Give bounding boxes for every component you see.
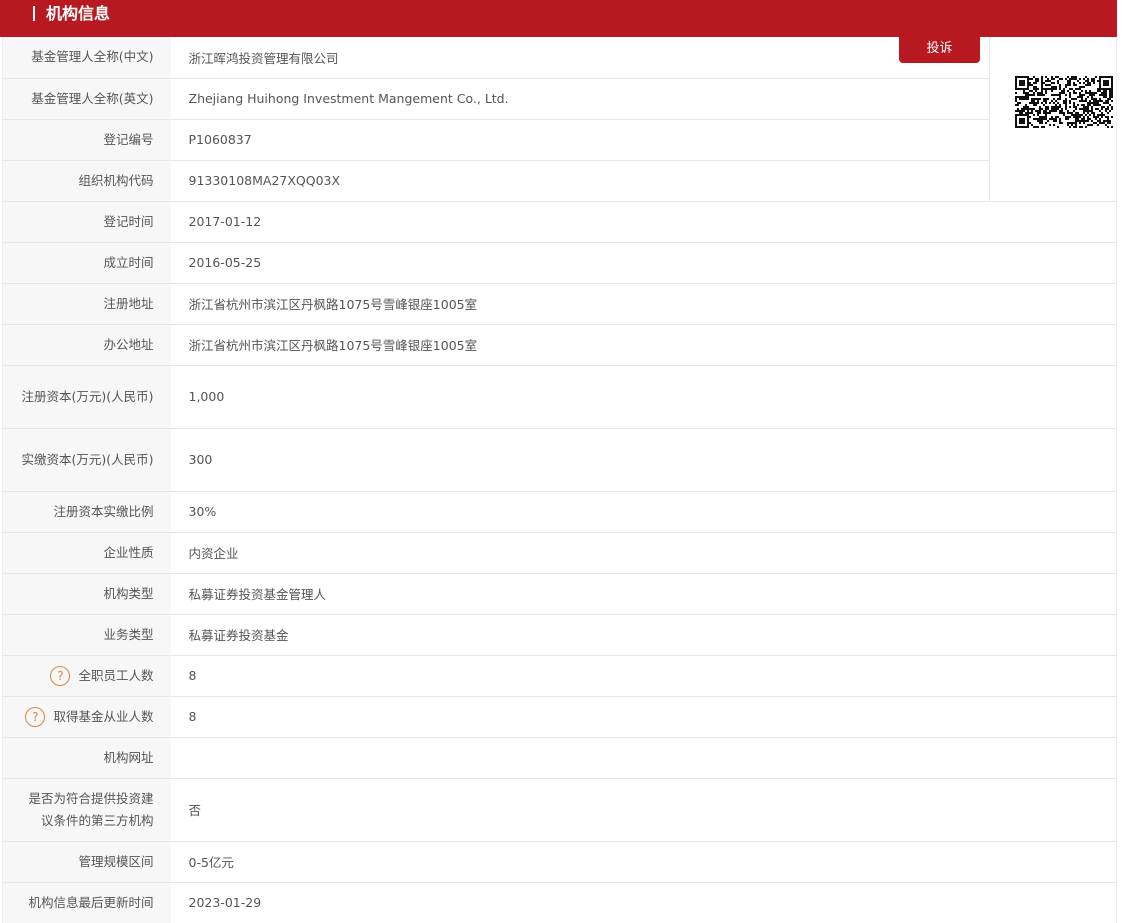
row-label: ? 取得基金从业人数: [2, 696, 171, 738]
question-circle-icon[interactable]: ?: [50, 666, 71, 686]
header-accent-bar: [33, 6, 35, 21]
table-row: 企业性质 内资企业: [2, 532, 1117, 574]
value-wrap: 浙江晖鸿投资管理有限公司 投诉: [188, 32, 980, 67]
row-label: 机构信息最后更新时间: [2, 882, 171, 923]
table-row: 业务类型 私募证券投资基金: [2, 614, 1117, 656]
row-value: 私募证券投资基金管理人: [170, 573, 1117, 615]
row-value: 2016-05-25: [170, 242, 1117, 284]
table-row: 基金管理人全称(中文) 浙江晖鸿投资管理有限公司 投诉: [2, 32, 1117, 202]
table-row: 办公地址 浙江省杭州市滨江区丹枫路1075号雪峰银座1005室: [2, 324, 1117, 366]
institution-info-page: 机构信息 基金管理人全称(中文) 浙江晖鸿投资管理有限公司 投诉 基金管理人全称…: [0, 0, 1124, 923]
section-header: 机构信息: [0, 0, 1117, 37]
table-row: 是否为符合提供投资建议条件的第三方机构 否: [2, 778, 1117, 842]
row-label: 注册资本实缴比例: [2, 491, 171, 533]
row-label: 登记编号: [2, 119, 171, 161]
row-value: 私募证券投资基金: [170, 614, 1117, 656]
qr-code-icon: [1015, 76, 1113, 128]
row-value: 2017-01-12: [170, 201, 1117, 243]
table-row: 实缴资本(万元)(人民币) 300: [2, 428, 1117, 492]
table-row: ? 取得基金从业人数 8: [2, 696, 1117, 738]
question-circle-icon[interactable]: ?: [25, 707, 46, 727]
table-row: 机构信息最后更新时间 2023-01-29: [2, 882, 1117, 923]
section-title: 机构信息: [46, 4, 111, 23]
row-value: 浙江省杭州市滨江区丹枫路1075号雪峰银座1005室: [170, 324, 1117, 366]
row-value: [170, 737, 1117, 779]
row-value: 浙江晖鸿投资管理有限公司 投诉: [170, 32, 990, 79]
table-row: 机构网址: [2, 737, 1117, 779]
row-label: 实缴资本(万元)(人民币): [2, 428, 171, 492]
table-row: 成立时间 2016-05-25: [2, 242, 1117, 284]
row-label-text: 全职员工人数: [78, 667, 154, 683]
row-value: 0-5亿元: [170, 841, 1117, 883]
row-label: 业务类型: [2, 614, 171, 656]
row-value: 内资企业: [170, 532, 1117, 574]
table-row: 组织机构代码 91330108MA27XQQ03X: [2, 160, 1117, 202]
row-value: P1060837: [170, 119, 990, 161]
row-value: 300: [170, 428, 1117, 492]
row-label-text: 取得基金从业人数: [53, 708, 154, 724]
row-value: 浙江省杭州市滨江区丹枫路1075号雪峰银座1005室: [170, 283, 1117, 325]
table-row: 注册资本(万元)(人民币) 1,000: [2, 365, 1117, 429]
row-value: 1,000: [170, 365, 1117, 429]
row-label: 企业性质: [2, 532, 171, 574]
row-label: 基金管理人全称(中文): [2, 37, 171, 79]
row-label: 机构网址: [2, 737, 171, 779]
row-value: 30%: [170, 491, 1117, 533]
table-row: 基金管理人全称(英文) Zhejiang Huihong Investment …: [2, 78, 1117, 120]
row-label: 机构类型: [2, 573, 171, 615]
row-label: 注册资本(万元)(人民币): [2, 365, 171, 429]
row-value: 否: [170, 778, 1117, 842]
row-value: 91330108MA27XQQ03X: [170, 160, 990, 202]
row-label: 办公地址: [2, 324, 171, 366]
table-row: 注册地址 浙江省杭州市滨江区丹枫路1075号雪峰银座1005室: [2, 283, 1117, 325]
row-label: 成立时间: [2, 242, 171, 284]
row-label: 注册地址: [2, 283, 171, 325]
fund-manager-name-cn: 浙江晖鸿投资管理有限公司: [188, 50, 339, 66]
row-value: 2023-01-29: [170, 882, 1117, 923]
row-label: 登记时间: [2, 201, 171, 243]
table-row: 管理规模区间 0-5亿元: [2, 841, 1117, 883]
table-row: 登记编号 P1060837: [2, 119, 1117, 161]
complaint-button[interactable]: 投诉: [899, 32, 980, 63]
row-value: 8: [170, 696, 1117, 738]
row-label: ? 全职员工人数: [2, 655, 171, 697]
qr-cell: [989, 37, 1117, 202]
info-table: 基金管理人全称(中文) 浙江晖鸿投资管理有限公司 投诉 基金管理人全称(英文) …: [2, 32, 1117, 923]
table-row: 机构类型 私募证券投资基金管理人: [2, 573, 1117, 615]
row-label: 管理规模区间: [2, 841, 171, 883]
table-row: 注册资本实缴比例 30%: [2, 491, 1117, 533]
table-row: 登记时间 2017-01-12: [2, 201, 1117, 243]
row-value: Zhejiang Huihong Investment Mangement Co…: [170, 78, 990, 120]
row-label: 是否为符合提供投资建议条件的第三方机构: [2, 778, 171, 842]
row-label: 组织机构代码: [2, 160, 171, 202]
table-row: ? 全职员工人数 8: [2, 655, 1117, 697]
row-value: 8: [170, 655, 1117, 697]
row-label: 基金管理人全称(英文): [2, 78, 171, 120]
